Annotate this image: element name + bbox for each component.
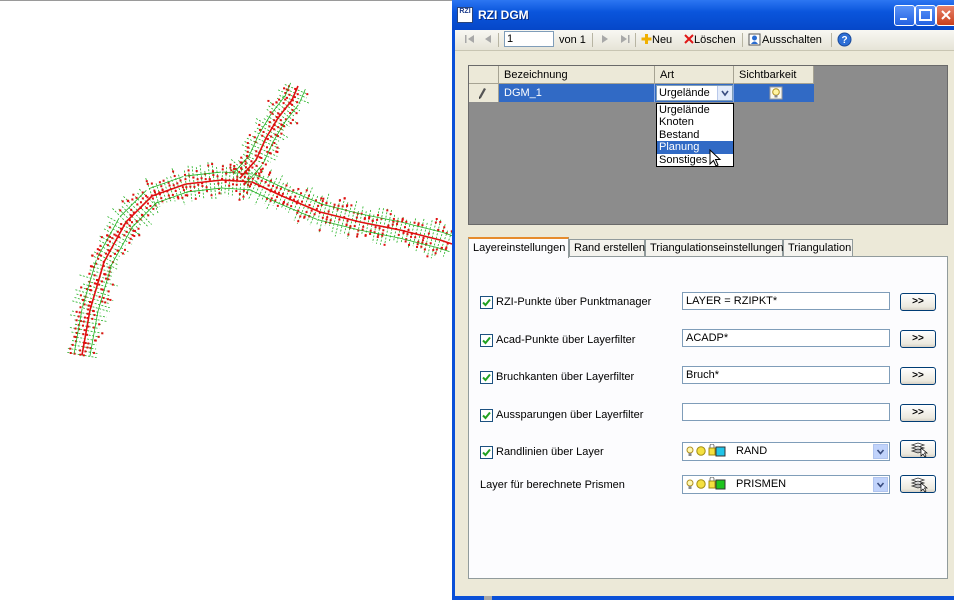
rzi-points-browse-button[interactable]: >> (900, 293, 936, 311)
layer-state-icons (686, 444, 726, 457)
prism-layer-select[interactable]: PRISMEN (682, 475, 890, 494)
breaklines-label: Bruchkanten über Layerfilter (496, 371, 635, 383)
mouse-cursor-icon (709, 149, 722, 167)
prism-layer-label: Layer für berechnete Prismen (480, 479, 625, 491)
row-header[interactable] (469, 84, 499, 102)
dgm-grid[interactable]: Bezeichnung Art Sichtbarkeit DGM_1 Urgel… (468, 65, 948, 225)
move-previous-icon[interactable] (483, 32, 493, 48)
separator (635, 33, 636, 47)
breaklines-browse-button[interactable]: >> (900, 367, 936, 385)
column-header-sichtbarkeit[interactable]: Sichtbarkeit (734, 66, 814, 84)
cell-bezeichnung[interactable]: DGM_1 (499, 84, 655, 102)
position-input[interactable] (504, 31, 554, 47)
separator (831, 33, 832, 47)
close-button[interactable] (936, 5, 954, 26)
dropdown-option-knoten[interactable]: Knoten (657, 116, 733, 128)
add-new-label: Neu (652, 34, 673, 46)
window-client: von 1 Neu Löschen (455, 30, 954, 596)
boundary-layer-select[interactable]: RAND (682, 442, 890, 461)
survey-drawing (67, 82, 452, 359)
scrollbar-stub (484, 596, 492, 600)
window-title: RZI DGM (478, 8, 529, 22)
column-header-art[interactable]: Art (655, 66, 734, 84)
separator (592, 33, 593, 47)
add-icon (641, 34, 652, 44)
toggle-off-label: Ausschalten (762, 34, 822, 46)
acad-points-browse-button[interactable]: >> (900, 330, 936, 348)
cell-sichtbarkeit[interactable] (734, 84, 814, 102)
maximize-button[interactable] (915, 5, 936, 26)
toggle-off-button[interactable]: Ausschalten (748, 32, 822, 48)
breaklines-checkbox[interactable] (480, 371, 493, 384)
acad-points-label: Acad-Punkte über Layerfilter (496, 334, 636, 346)
dropdown-option-urgelaende[interactable]: Urgelände (657, 104, 733, 116)
record-count-label: von 1 (559, 34, 586, 46)
binding-navigator: von 1 Neu Löschen (455, 30, 954, 51)
layer-state-icons (686, 477, 726, 490)
voids-browse-button[interactable]: >> (900, 404, 936, 422)
pencil-icon (479, 88, 486, 99)
art-combobox-value: Urgelände (659, 87, 710, 99)
move-first-icon[interactable] (464, 32, 476, 48)
rzi-points-filter-field[interactable]: LAYER = RZIPKT* (682, 292, 890, 310)
boundary-lines-checkbox[interactable] (480, 446, 493, 459)
separator (742, 33, 743, 47)
app-icon: RZI (457, 7, 473, 23)
prism-layer-dropdown-button[interactable] (873, 477, 888, 492)
column-header-bezeichnung[interactable]: Bezeichnung (499, 66, 655, 84)
prism-layer-pick-button[interactable] (900, 475, 936, 493)
tab-rand-erstellen[interactable]: Rand erstellen (569, 239, 645, 257)
title-bar[interactable]: RZI RZI DGM (452, 0, 954, 30)
settings-tabs: Layereinstellungen Rand erstellen Triang… (468, 237, 948, 258)
chevron-down-icon (721, 90, 729, 97)
add-new-button[interactable]: Neu (641, 32, 672, 48)
layer-settings-panel: RZI-Punkte über Punktmanager LAYER = RZI… (468, 256, 948, 579)
lightbulb-icon (769, 86, 783, 100)
tab-triangulationseinstellungen[interactable]: Triangulationseinstellungen (645, 239, 784, 257)
boundary-layer-dropdown-button[interactable] (873, 444, 888, 459)
art-combobox[interactable]: Urgelände (656, 85, 733, 101)
prism-layer-name: PRISMEN (736, 478, 787, 490)
tab-triangulation[interactable]: Triangulation (783, 239, 853, 257)
drawing-canvas[interactable] (0, 0, 452, 600)
move-next-icon[interactable] (600, 32, 610, 48)
layer-pick-icon (910, 477, 928, 493)
grid-corner-header (469, 66, 499, 84)
minimize-button[interactable] (894, 5, 915, 26)
breaklines-filter-field[interactable]: Bruch* (682, 366, 890, 384)
delete-icon (684, 34, 694, 44)
rzi-points-checkbox[interactable] (480, 296, 493, 309)
voids-label: Aussparungen über Layerfilter (496, 409, 644, 421)
chevron-down-icon (876, 449, 885, 455)
voids-checkbox[interactable] (480, 409, 493, 422)
boundary-layer-name: RAND (736, 445, 768, 457)
acad-points-checkbox[interactable] (480, 334, 493, 347)
toggle-icon (748, 33, 761, 46)
delete-button[interactable]: Löschen (684, 32, 736, 48)
boundary-lines-label: Randlinien über Layer (496, 446, 604, 458)
rzi-dgm-window: RZI RZI DGM von 1 (452, 0, 954, 600)
svg-text:?: ? (841, 35, 847, 46)
dropdown-option-bestand[interactable]: Bestand (657, 129, 733, 141)
chevron-down-icon (876, 482, 885, 488)
tab-layereinstellungen[interactable]: Layereinstellungen (468, 237, 569, 258)
layer-pick-icon (910, 442, 928, 458)
delete-label: Löschen (694, 34, 736, 46)
voids-filter-field[interactable] (682, 403, 890, 421)
boundary-layer-pick-button[interactable] (900, 440, 936, 458)
help-icon[interactable]: ? (837, 32, 852, 48)
art-dropdown-button[interactable] (717, 86, 732, 100)
move-last-icon[interactable] (619, 32, 631, 48)
rzi-points-label: RZI-Punkte über Punktmanager (496, 296, 652, 308)
acad-points-filter-field[interactable]: ACADP* (682, 329, 890, 347)
separator (498, 33, 499, 47)
